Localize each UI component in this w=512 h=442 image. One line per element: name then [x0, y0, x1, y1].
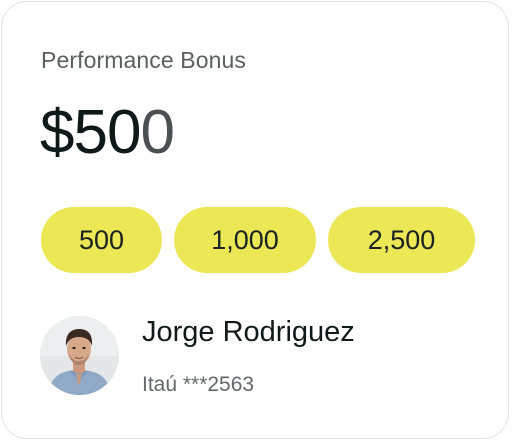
amount-value: $50: [40, 98, 141, 167]
card-title: Performance Bonus: [41, 47, 246, 73]
bonus-card: Performance Bonus $500 500 1,000 2,500 J…: [1, 1, 509, 439]
preset-500-button[interactable]: 500: [41, 207, 162, 273]
avatar-photo: [40, 316, 119, 395]
recipient-account: Itaú ***2563: [142, 373, 255, 396]
preset-1000-button[interactable]: 1,000: [174, 207, 316, 273]
preset-2500-button[interactable]: 2,500: [328, 207, 475, 273]
amount-display: $500: [40, 98, 175, 168]
avatar: [40, 316, 119, 395]
amount-cursor-digit: 0: [140, 98, 174, 167]
recipient-name: Jorge Rodriguez: [142, 316, 355, 348]
preset-amounts: 500 1,000 2,500: [41, 207, 475, 273]
